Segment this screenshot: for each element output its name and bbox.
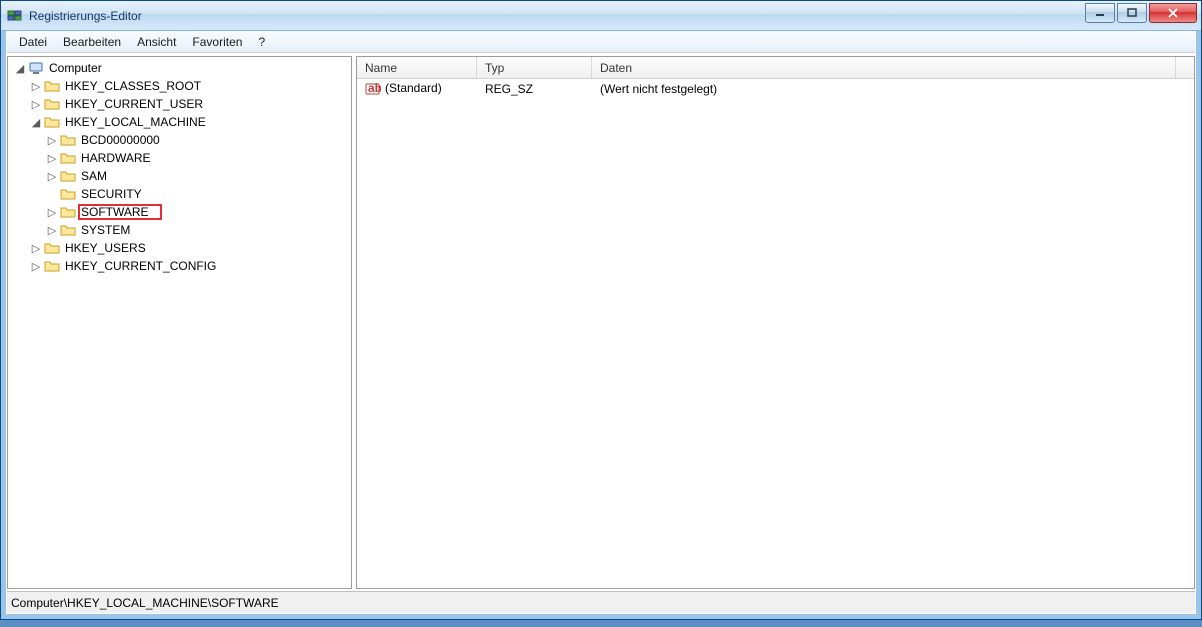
maximize-icon — [1127, 8, 1137, 18]
list-pane[interactable]: Name Typ Daten ab (Standard) REG_SZ (Wer… — [356, 56, 1195, 589]
folder-icon — [44, 258, 60, 274]
cell-typ: REG_SZ — [477, 80, 592, 98]
folder-icon — [60, 186, 76, 202]
folder-icon — [60, 168, 76, 184]
tree-label: SECURITY — [79, 186, 144, 202]
tree-item-system[interactable]: ▷ SYSTEM — [12, 221, 351, 239]
folder-icon — [60, 204, 76, 220]
tree-item-hku[interactable]: ▷ HKEY_USERS — [12, 239, 351, 257]
tree-label: HKEY_LOCAL_MACHINE — [63, 114, 208, 130]
folder-icon — [44, 96, 60, 112]
tree-label: HKEY_CLASSES_ROOT — [63, 78, 203, 94]
maximize-button[interactable] — [1117, 3, 1147, 23]
computer-icon — [28, 60, 44, 76]
expander-icon[interactable]: ◢ — [28, 116, 44, 129]
tree-pane[interactable]: ◢ Computer ▷ HKEY_CLASSES_ROOT ▷ H — [7, 56, 352, 589]
cell-name-text: (Standard) — [385, 81, 442, 95]
expander-icon[interactable]: ▷ — [44, 152, 60, 165]
list-row[interactable]: ab (Standard) REG_SZ (Wert nicht festgel… — [357, 79, 1194, 99]
svg-text:ab: ab — [368, 81, 381, 95]
tree-item-hardware[interactable]: ▷ HARDWARE — [12, 149, 351, 167]
tree-item-sam[interactable]: ▷ SAM — [12, 167, 351, 185]
folder-icon — [44, 78, 60, 94]
expander-icon[interactable]: ◢ — [12, 62, 28, 75]
expander-icon[interactable]: ▷ — [28, 242, 44, 255]
close-button[interactable] — [1149, 3, 1197, 23]
tree-label: HARDWARE — [79, 150, 153, 166]
tree-label: SYSTEM — [79, 222, 132, 238]
minimize-button[interactable] — [1085, 3, 1115, 23]
menu-bearbeiten[interactable]: Bearbeiten — [55, 32, 129, 52]
folder-icon — [60, 222, 76, 238]
tree-item-security[interactable]: ▷ SECURITY — [12, 185, 351, 203]
cell-name: ab (Standard) — [357, 79, 477, 99]
menu-datei[interactable]: Datei — [11, 32, 55, 52]
folder-icon — [44, 240, 60, 256]
status-bar: Computer\HKEY_LOCAL_MACHINE\SOFTWARE — [7, 591, 1195, 613]
tree-item-hkcc[interactable]: ▷ HKEY_CURRENT_CONFIG — [12, 257, 351, 275]
window-controls — [1083, 3, 1197, 23]
column-header-typ[interactable]: Typ — [477, 57, 592, 78]
tree-item-hkcu[interactable]: ▷ HKEY_CURRENT_USER — [12, 95, 351, 113]
tree-label: HKEY_CURRENT_USER — [63, 96, 205, 112]
expander-icon[interactable]: ▷ — [28, 260, 44, 273]
tree-item-computer[interactable]: ◢ Computer — [12, 59, 351, 77]
list-header: Name Typ Daten — [357, 57, 1194, 79]
tree-label: HKEY_CURRENT_CONFIG — [63, 258, 218, 274]
cell-daten: (Wert nicht festgelegt) — [592, 80, 1194, 98]
minimize-icon — [1095, 8, 1105, 18]
tree: ◢ Computer ▷ HKEY_CLASSES_ROOT ▷ H — [8, 59, 351, 275]
tree-label: Computer — [47, 60, 104, 76]
expander-icon[interactable]: ▷ — [28, 98, 44, 111]
menu-bar: Datei Bearbeiten Ansicht Favoriten ? — [7, 31, 1195, 53]
expander-icon[interactable]: ▷ — [28, 80, 44, 93]
client-area: ◢ Computer ▷ HKEY_CLASSES_ROOT ▷ H — [7, 53, 1195, 591]
column-header-name[interactable]: Name — [357, 57, 477, 78]
tree-item-software[interactable]: ▷ SOFTWARE — [12, 203, 351, 221]
window-frame: Registrierungs-Editor Datei Bearbeiten A… — [0, 0, 1202, 620]
title-bar[interactable]: Registrierungs-Editor — [1, 1, 1201, 31]
column-header-spacer — [1176, 57, 1194, 78]
folder-icon — [60, 132, 76, 148]
window-title: Registrierungs-Editor — [29, 9, 142, 23]
menu-ansicht[interactable]: Ansicht — [129, 32, 184, 52]
expander-icon[interactable]: ▷ — [44, 134, 60, 147]
tree-item-bcd[interactable]: ▷ BCD00000000 — [12, 131, 351, 149]
menu-help[interactable]: ? — [250, 32, 273, 52]
folder-icon — [60, 150, 76, 166]
tree-item-hklm[interactable]: ◢ HKEY_LOCAL_MACHINE — [12, 113, 351, 131]
tree-item-hkcr[interactable]: ▷ HKEY_CLASSES_ROOT — [12, 77, 351, 95]
status-path: Computer\HKEY_LOCAL_MACHINE\SOFTWARE — [11, 596, 279, 610]
column-header-daten[interactable]: Daten — [592, 57, 1176, 78]
expander-icon[interactable]: ▷ — [44, 170, 60, 183]
expander-icon[interactable]: ▷ — [44, 206, 60, 219]
folder-icon — [44, 114, 60, 130]
tree-label: SOFTWARE — [79, 205, 161, 219]
tree-label: SAM — [79, 168, 109, 184]
menu-favoriten[interactable]: Favoriten — [184, 32, 250, 52]
app-icon — [7, 8, 23, 24]
expander-icon[interactable]: ▷ — [44, 224, 60, 237]
tree-label: BCD00000000 — [79, 132, 162, 148]
close-icon — [1168, 8, 1178, 18]
tree-label: HKEY_USERS — [63, 240, 148, 256]
string-value-icon: ab — [365, 81, 381, 97]
